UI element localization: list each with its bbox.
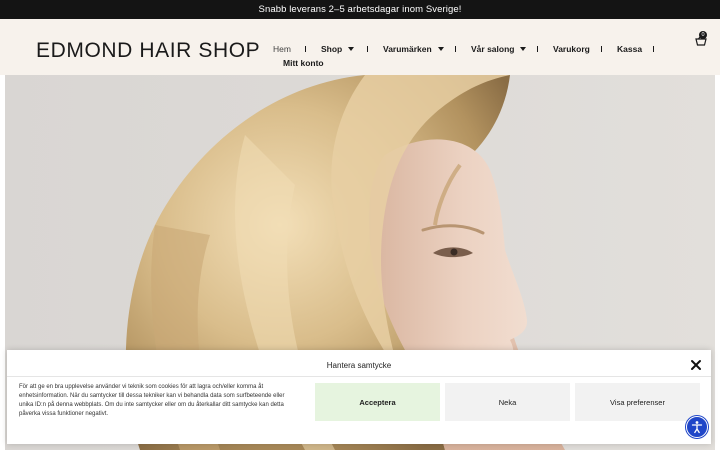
caret-down-icon	[437, 47, 444, 51]
nav-separator	[367, 46, 368, 52]
cookie-banner-title: Hantera samtycke	[326, 361, 392, 370]
announcement-bar: Snabb leverans 2–5 arbetsdagar inom Sver…	[0, 0, 720, 19]
deny-cookies-button[interactable]: Neka	[445, 383, 570, 421]
nav-item-label: Varumärken	[383, 44, 432, 54]
nav-item-shop[interactable]: Shop	[321, 44, 355, 54]
nav-item-mitt-konto[interactable]: Mitt konto	[283, 58, 324, 68]
caret-down-icon	[348, 47, 355, 51]
cookie-consent-banner: Hantera samtycke För att ge en bra upple…	[7, 350, 711, 444]
announcement-text: Snabb leverans 2–5 arbetsdagar inom Sver…	[258, 4, 462, 15]
nav-item-varumarken[interactable]: Varumärken	[383, 44, 444, 54]
nav-separator	[455, 46, 456, 52]
nav-item-label: Shop	[321, 44, 343, 54]
view-preferences-button[interactable]: Visa preferenser	[575, 383, 700, 421]
close-icon[interactable]	[690, 359, 702, 371]
cookie-banner-text: För att ge en bra upplevelse använder vi…	[19, 384, 285, 417]
nav-separator	[653, 46, 654, 52]
nav-item-label: Kassa	[617, 44, 643, 54]
accept-cookies-button[interactable]: Acceptera	[315, 383, 440, 421]
caret-down-icon	[520, 47, 527, 51]
nav-item-label: Vår salong	[471, 44, 515, 54]
divider	[7, 376, 711, 377]
nav-item-hem[interactable]: Hem	[273, 44, 291, 54]
nav-item-label: Mitt konto	[283, 58, 324, 68]
site-logo[interactable]: EDMOND HAIR SHOP	[36, 39, 260, 63]
nav-item-varukorg[interactable]: Varukorg	[553, 44, 590, 54]
nav-separator	[305, 46, 306, 52]
accessibility-button[interactable]	[686, 416, 708, 438]
nav-separator	[537, 46, 538, 52]
nav-separator	[601, 46, 602, 52]
nav-item-var-salong[interactable]: Vår salong	[471, 44, 527, 54]
nav-item-label: Hem	[273, 44, 291, 54]
site-header: EDMOND HAIR SHOP Hem Shop Varumärken Vår…	[0, 19, 720, 75]
nav-item-label: Varukorg	[553, 44, 590, 54]
accessibility-icon	[691, 421, 703, 434]
nav-item-kassa[interactable]: Kassa	[617, 44, 642, 54]
cart-count-badge: 0	[699, 31, 707, 39]
